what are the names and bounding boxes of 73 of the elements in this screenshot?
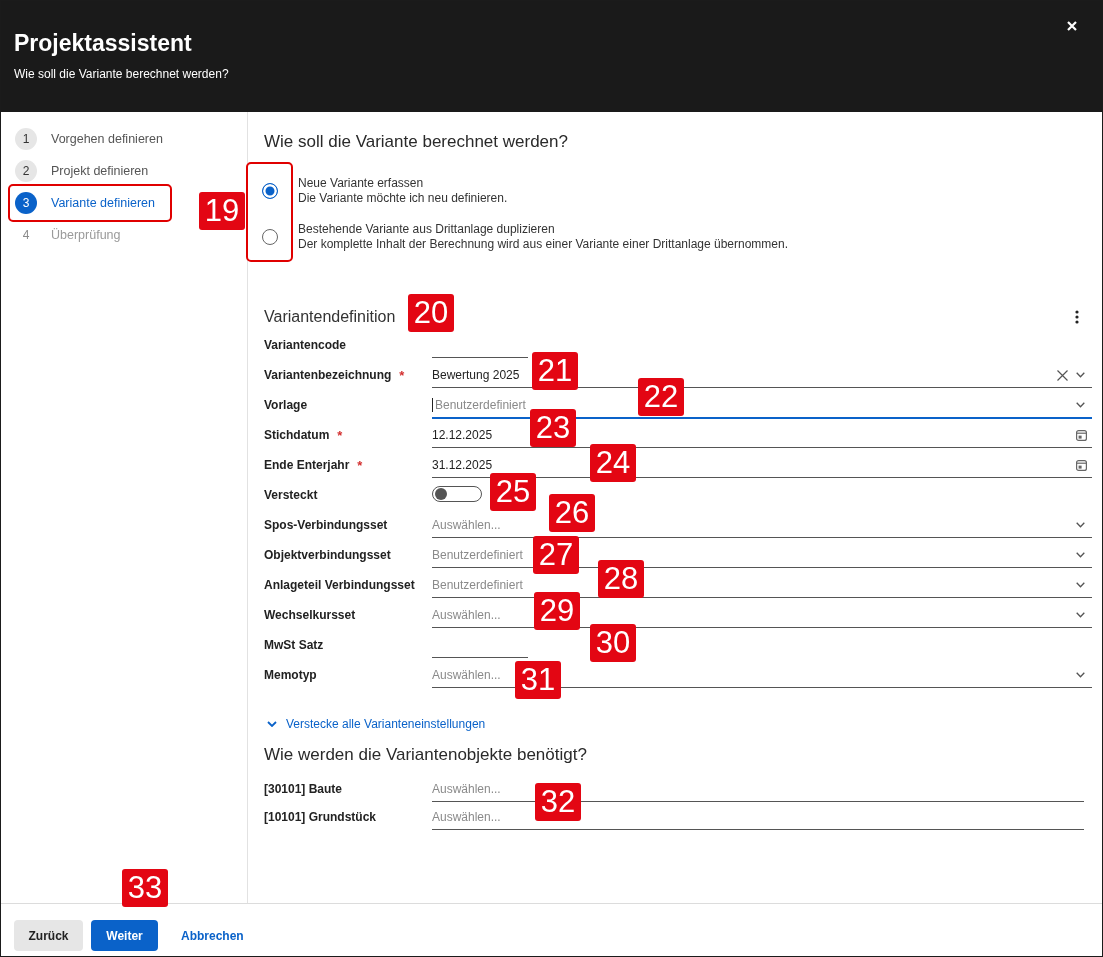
field-label: Memotyp (264, 668, 317, 682)
option-description: Der komplette Inhalt der Berechnung wird aus einer Variante einer Drittanlage übernommen. (298, 237, 789, 252)
radio-button[interactable] (261, 183, 278, 199)
required-mark: * (357, 457, 363, 473)
text-cursor (432, 398, 433, 412)
more-icon[interactable] (1075, 310, 1079, 324)
callout-number: 25 (490, 473, 536, 511)
step-label: Überprüfung (51, 228, 121, 242)
clear-icon[interactable] (1057, 369, 1068, 381)
chevron-down-icon[interactable] (1076, 672, 1085, 678)
field-label: Stichdatum (264, 428, 330, 442)
window-subtitle: Wie soll die Variante berechnet werden? (14, 66, 229, 82)
callout-number: 28 (598, 560, 644, 598)
cancel-link[interactable]: Abbrechen (175, 920, 250, 951)
step-item[interactable]: 1 Vorgehen definieren (8, 123, 172, 155)
section-heading: Variantendefinition (264, 307, 396, 327)
close-icon (1067, 21, 1077, 31)
step-number: 4 (21, 227, 31, 244)
callout-number: 31 (515, 661, 561, 699)
chevron-down-icon[interactable] (1076, 582, 1085, 588)
option-title: Neue Variante erfassen (298, 176, 425, 191)
calendar-icon[interactable] (1076, 429, 1087, 441)
footer-button[interactable]: Weiter (91, 920, 158, 951)
step-label: Variante definieren (51, 196, 155, 210)
section-heading: Wie soll die Variante berechnet werden? (264, 131, 569, 153)
footer-button[interactable]: Zurück (14, 920, 83, 951)
callout-number: 30 (590, 624, 636, 662)
field-label: MwSt Satz (264, 638, 324, 652)
step-number: 1 (15, 128, 37, 150)
field-label: Variantenbezeichnung (264, 368, 392, 382)
callout-number: 32 (535, 783, 581, 821)
callout-number: 22 (638, 378, 684, 416)
step-item[interactable]: 3 Variante definieren (8, 184, 172, 222)
step-item[interactable]: 2 Projekt definieren (8, 155, 172, 187)
chevron-down-icon (267, 721, 277, 727)
radio-button[interactable] (261, 229, 278, 245)
chevron-down-icon[interactable] (1076, 402, 1085, 408)
field-label: Versteckt (264, 488, 318, 502)
toggle-link[interactable]: Verstecke alle Varianteneinstellungen (267, 716, 486, 732)
field-label: Anlageteil Verbindungsset (264, 578, 415, 592)
option-description: Die Variante möchte ich neu definieren. (298, 191, 509, 206)
required-mark: * (399, 367, 405, 383)
chevron-down-icon[interactable] (1076, 372, 1085, 378)
field-label: Ende Enterjahr (264, 458, 350, 472)
step-number: 2 (15, 160, 37, 182)
field-label: Variantencode (264, 338, 347, 352)
section-heading: Wie werden die Variantenobjekte benötigt? (264, 744, 588, 766)
chevron-down-icon[interactable] (1076, 552, 1085, 558)
chevron-down-icon[interactable] (1076, 522, 1085, 528)
field-label: Vorlage (264, 398, 308, 412)
callout-number: 20 (408, 294, 454, 332)
callout-number: 24 (590, 444, 636, 482)
option-title: Bestehende Variante aus Drittanlage duplizieren (298, 222, 556, 237)
step-label: Projekt definieren (51, 164, 149, 178)
callout-number: 21 (532, 352, 578, 390)
field-label: Objektverbindungsset (264, 548, 391, 562)
field-label: [30101] Baute (264, 782, 343, 796)
required-mark: * (337, 427, 343, 443)
callout-number: 29 (534, 592, 580, 630)
calendar-icon[interactable] (1076, 459, 1087, 471)
toggle-switch[interactable] (432, 486, 482, 502)
callout-number: 33 (122, 869, 168, 907)
window-title: Projektassistent (14, 29, 193, 58)
field-label: Wechselkursset (264, 608, 356, 622)
field-label: [10101] Grundstück (264, 810, 377, 824)
step-label: Vorgehen definieren (51, 132, 163, 146)
callout-number: 19 (199, 192, 245, 230)
callout-number: 27 (533, 536, 579, 574)
callout-number: 26 (549, 494, 595, 532)
field-label: Spos-Verbindungsset (264, 518, 388, 532)
step-number: 3 (15, 192, 37, 214)
chevron-down-icon[interactable] (1076, 612, 1085, 618)
callout-number: 23 (530, 409, 576, 447)
